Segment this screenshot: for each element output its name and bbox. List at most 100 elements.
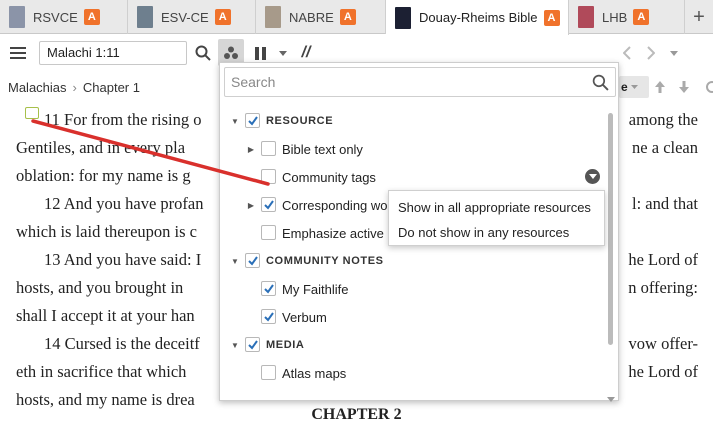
- panel-search: [224, 67, 616, 97]
- text-fragment: n offering:: [628, 278, 698, 297]
- book-cover-thumbnail: [265, 6, 281, 28]
- scrollbar-thumb[interactable]: [608, 113, 613, 345]
- expand-caret-icon[interactable]: ▶: [246, 200, 256, 210]
- tab-label: Douay-Rheims Bible: [419, 10, 538, 25]
- scroll-up-arrow-icon[interactable]: [653, 79, 667, 95]
- emphasize-active-checkbox[interactable]: [261, 225, 276, 240]
- verse-11-start: 11 For from the rising o: [44, 110, 202, 129]
- book-cover-thumbnail: [137, 6, 153, 28]
- option-atlas-maps[interactable]: Atlas maps: [220, 359, 600, 387]
- verse-12-start: 12 And you have profan: [44, 194, 204, 213]
- text-fragment: ne a clean: [632, 138, 698, 157]
- tab-badge: A: [83, 9, 100, 25]
- menu-icon[interactable]: [9, 44, 27, 62]
- tab-label: NABRE: [289, 9, 334, 25]
- option-label: Emphasize active l: [282, 225, 391, 241]
- scroll-down-arrow-icon[interactable]: [677, 79, 691, 95]
- tab-rsvce[interactable]: RSVCE A: [0, 0, 128, 34]
- tab-bar: RSVCE A ESV-CE A NABRE A Douay-Rheims Bi…: [0, 0, 713, 35]
- book-cover-thumbnail: [9, 6, 25, 28]
- back-arrow-icon[interactable]: [620, 44, 634, 62]
- book-cover-thumbnail: [395, 6, 411, 29]
- section-label: COMMUNITY NOTES: [266, 255, 384, 267]
- tab-badge: A: [214, 9, 231, 25]
- tab-badge: A: [633, 9, 650, 25]
- expand-caret-icon[interactable]: ▶: [246, 144, 256, 154]
- verse-13-start: 13 And you have said: I: [44, 250, 202, 269]
- option-my-faithlife[interactable]: My Faithlife: [220, 275, 600, 303]
- text-fragment: l: and that: [632, 194, 698, 213]
- panel-layout-icon[interactable]: [252, 44, 270, 62]
- option-label: Atlas maps: [282, 365, 347, 381]
- community-notes-checkbox[interactable]: [245, 253, 260, 268]
- options-dropdown-button[interactable]: [585, 169, 600, 184]
- verbum-checkbox[interactable]: [261, 309, 276, 324]
- atlas-maps-checkbox[interactable]: [261, 365, 276, 380]
- option-label: Verbum: [282, 309, 327, 325]
- reference-input[interactable]: Malachi 1:11: [39, 41, 187, 65]
- settings-icon[interactable]: [703, 79, 713, 95]
- tab-douay-rheims[interactable]: Douay-Rheims Bible A: [386, 0, 569, 35]
- chevron-down-icon[interactable]: [668, 47, 680, 59]
- breadcrumb-book[interactable]: Malachias: [8, 80, 67, 95]
- forward-arrow-icon[interactable]: [644, 44, 658, 62]
- tab-nabre[interactable]: NABRE A: [256, 0, 386, 34]
- tab-label: LHB: [602, 9, 628, 25]
- tab-label: RSVCE: [33, 9, 78, 25]
- chevron-down-icon[interactable]: [277, 47, 289, 59]
- text-fragment: shall I accept it at your han: [16, 306, 195, 325]
- expand-caret-icon[interactable]: ▼: [230, 340, 240, 350]
- my-faithlife-checkbox[interactable]: [261, 281, 276, 296]
- option-label: Community tags: [282, 169, 376, 185]
- section-media[interactable]: ▼ MEDIA: [220, 331, 600, 359]
- tab-badge: A: [543, 9, 560, 26]
- text-fragment: which is laid thereupon is c: [16, 222, 198, 241]
- panel-search-input[interactable]: [225, 68, 585, 96]
- text-fragment: Gentiles, and in every pla: [16, 138, 186, 157]
- section-community-notes[interactable]: ▼ COMMUNITY NOTES: [220, 247, 600, 275]
- text-display-dropdown-label: e: [621, 80, 628, 94]
- option-verbum[interactable]: Verbum: [220, 303, 600, 331]
- tab-badge: A: [339, 9, 356, 25]
- expand-caret-icon[interactable]: ▼: [230, 256, 240, 266]
- resource-checkbox[interactable]: [245, 113, 260, 128]
- visual-filters-icon: [224, 46, 238, 59]
- menu-item-do-not-show[interactable]: Do not show in any resources: [389, 219, 606, 245]
- menu-item-show-all[interactable]: Show in all appropriate resources: [389, 194, 606, 220]
- search-icon[interactable]: [592, 74, 609, 96]
- option-label: Bible text only: [282, 141, 363, 157]
- new-tab-button[interactable]: +: [685, 0, 713, 34]
- tab-esv-ce[interactable]: ESV-CE A: [128, 0, 256, 34]
- tab-label: ESV-CE: [161, 9, 209, 25]
- option-label: My Faithlife: [282, 281, 349, 297]
- text-fragment: he Lord of: [628, 250, 698, 269]
- breadcrumb-chapter[interactable]: Chapter 1: [83, 80, 140, 95]
- search-icon[interactable]: [193, 43, 213, 63]
- scroll-down-arrow-icon[interactable]: [607, 389, 615, 402]
- corresponding-words-checkbox[interactable]: [261, 197, 276, 212]
- option-community-tags[interactable]: Community tags: [220, 163, 600, 191]
- expand-caret-icon[interactable]: ▼: [230, 116, 240, 126]
- verse-11-fragment: among the: [628, 110, 698, 129]
- parallel-resources-button[interactable]: //: [296, 42, 316, 64]
- media-checkbox[interactable]: [245, 337, 260, 352]
- bible-text-only-checkbox[interactable]: [261, 141, 276, 156]
- text-fragment: oblation: for my name is g: [16, 166, 191, 185]
- text-fragment: he Lord of: [628, 362, 698, 381]
- section-resource[interactable]: ▼ RESOURCE: [220, 107, 600, 135]
- panel-scrollbar[interactable]: [608, 113, 614, 395]
- chapter-heading: CHAPTER 2: [311, 406, 402, 423]
- option-label: Corresponding wo: [282, 197, 388, 213]
- option-bible-text-only[interactable]: ▶ Bible text only: [220, 135, 600, 163]
- text-fragment: hosts, and you brought in: [16, 278, 184, 297]
- verse-14-start: 14 Cursed is the deceitf: [44, 334, 200, 353]
- breadcrumb-separator: ›: [72, 79, 77, 95]
- community-tags-checkbox[interactable]: [261, 169, 276, 184]
- section-label: MEDIA: [266, 339, 305, 351]
- text-fragment: eth in sacrifice that which: [16, 362, 187, 381]
- chevron-down-icon: [588, 174, 597, 179]
- text-fragment: vow offer-: [628, 334, 698, 353]
- tab-lhb[interactable]: LHB A: [569, 0, 685, 34]
- section-label: RESOURCE: [266, 115, 334, 127]
- text-display-dropdown[interactable]: e: [619, 76, 649, 98]
